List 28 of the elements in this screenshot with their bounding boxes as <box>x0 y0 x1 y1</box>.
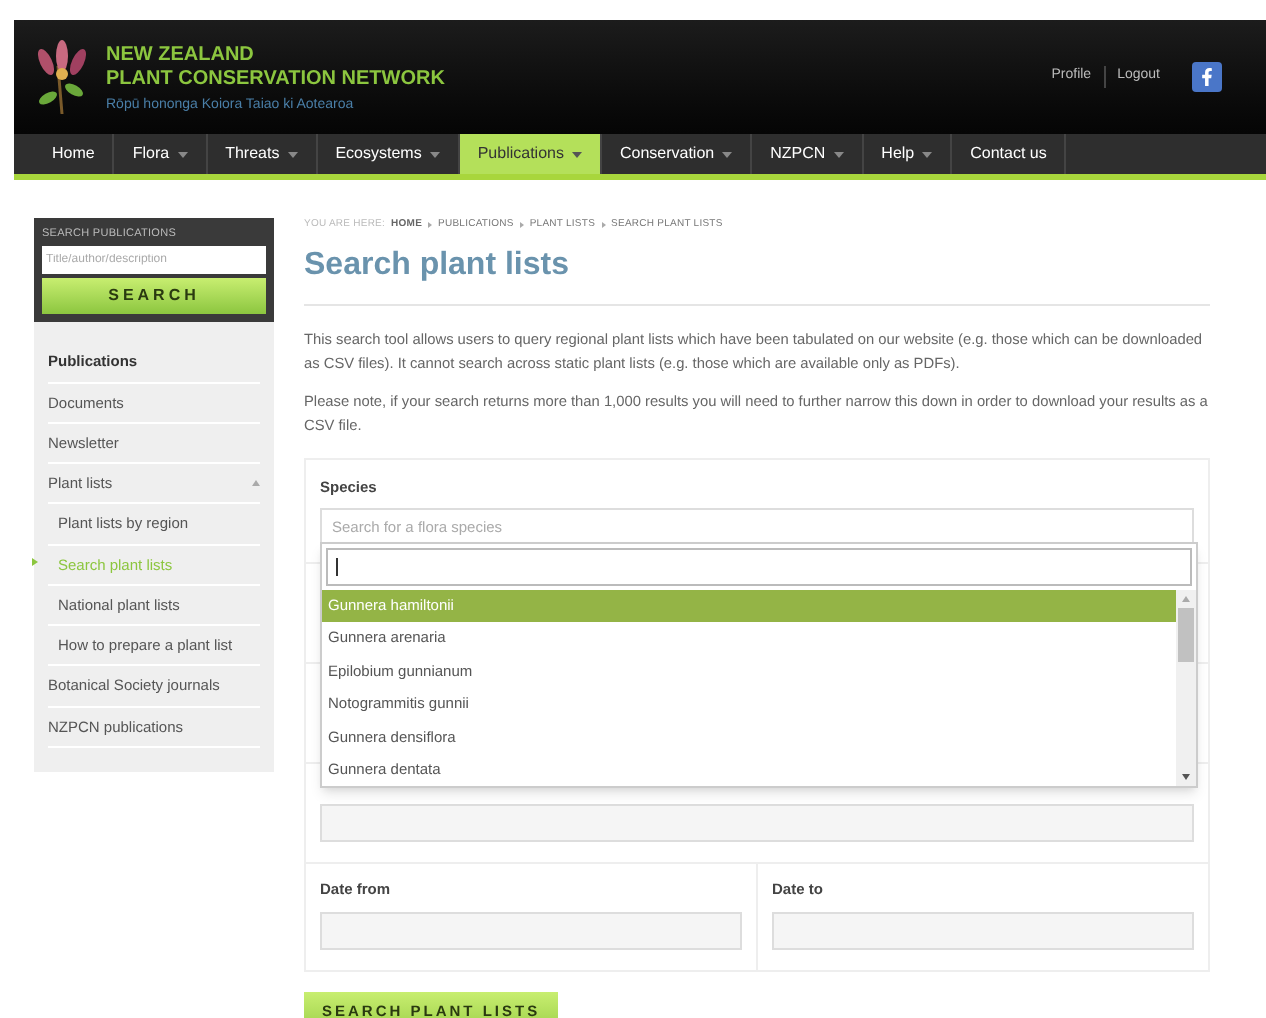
date-field[interactable] <box>772 912 1194 950</box>
text-cursor <box>336 557 338 575</box>
chevron-icon <box>601 222 606 229</box>
chevron-icon <box>519 222 524 229</box>
nav-item[interactable]: Help <box>863 134 953 174</box>
nav-item[interactable]: Publications <box>459 134 602 174</box>
nav-item[interactable]: Contact us <box>952 134 1067 174</box>
nav-item[interactable]: Conservation <box>601 134 753 174</box>
nav-item[interactable]: Flora <box>114 134 208 174</box>
search-button[interactable]: SEARCH <box>42 278 266 315</box>
site-title: PLANT CONSERVATION NETWORK <box>106 67 445 91</box>
active-marker <box>32 557 38 565</box>
scroll-down-icon[interactable] <box>1182 773 1190 779</box>
collapse-icon <box>252 480 260 487</box>
page-title: Search plant lists <box>304 241 1210 305</box>
scrollbar[interactable] <box>1176 589 1196 785</box>
nav-item[interactable]: Home <box>34 134 115 174</box>
date-field[interactable] <box>320 912 742 950</box>
text-field[interactable] <box>320 803 1194 842</box>
scroll-up-icon[interactable] <box>1182 595 1190 601</box>
flower-logo <box>34 37 90 117</box>
nav-item[interactable]: NZPCN <box>752 134 864 174</box>
dropdown-search-field[interactable] <box>326 547 1192 585</box>
site-title: NEW ZEALAND <box>106 43 256 67</box>
chevron-icon <box>428 222 433 229</box>
scrollbar-thumb[interactable] <box>1178 607 1194 661</box>
facebook-icon[interactable] <box>1192 62 1222 92</box>
nav-item[interactable]: Threats <box>207 134 318 174</box>
